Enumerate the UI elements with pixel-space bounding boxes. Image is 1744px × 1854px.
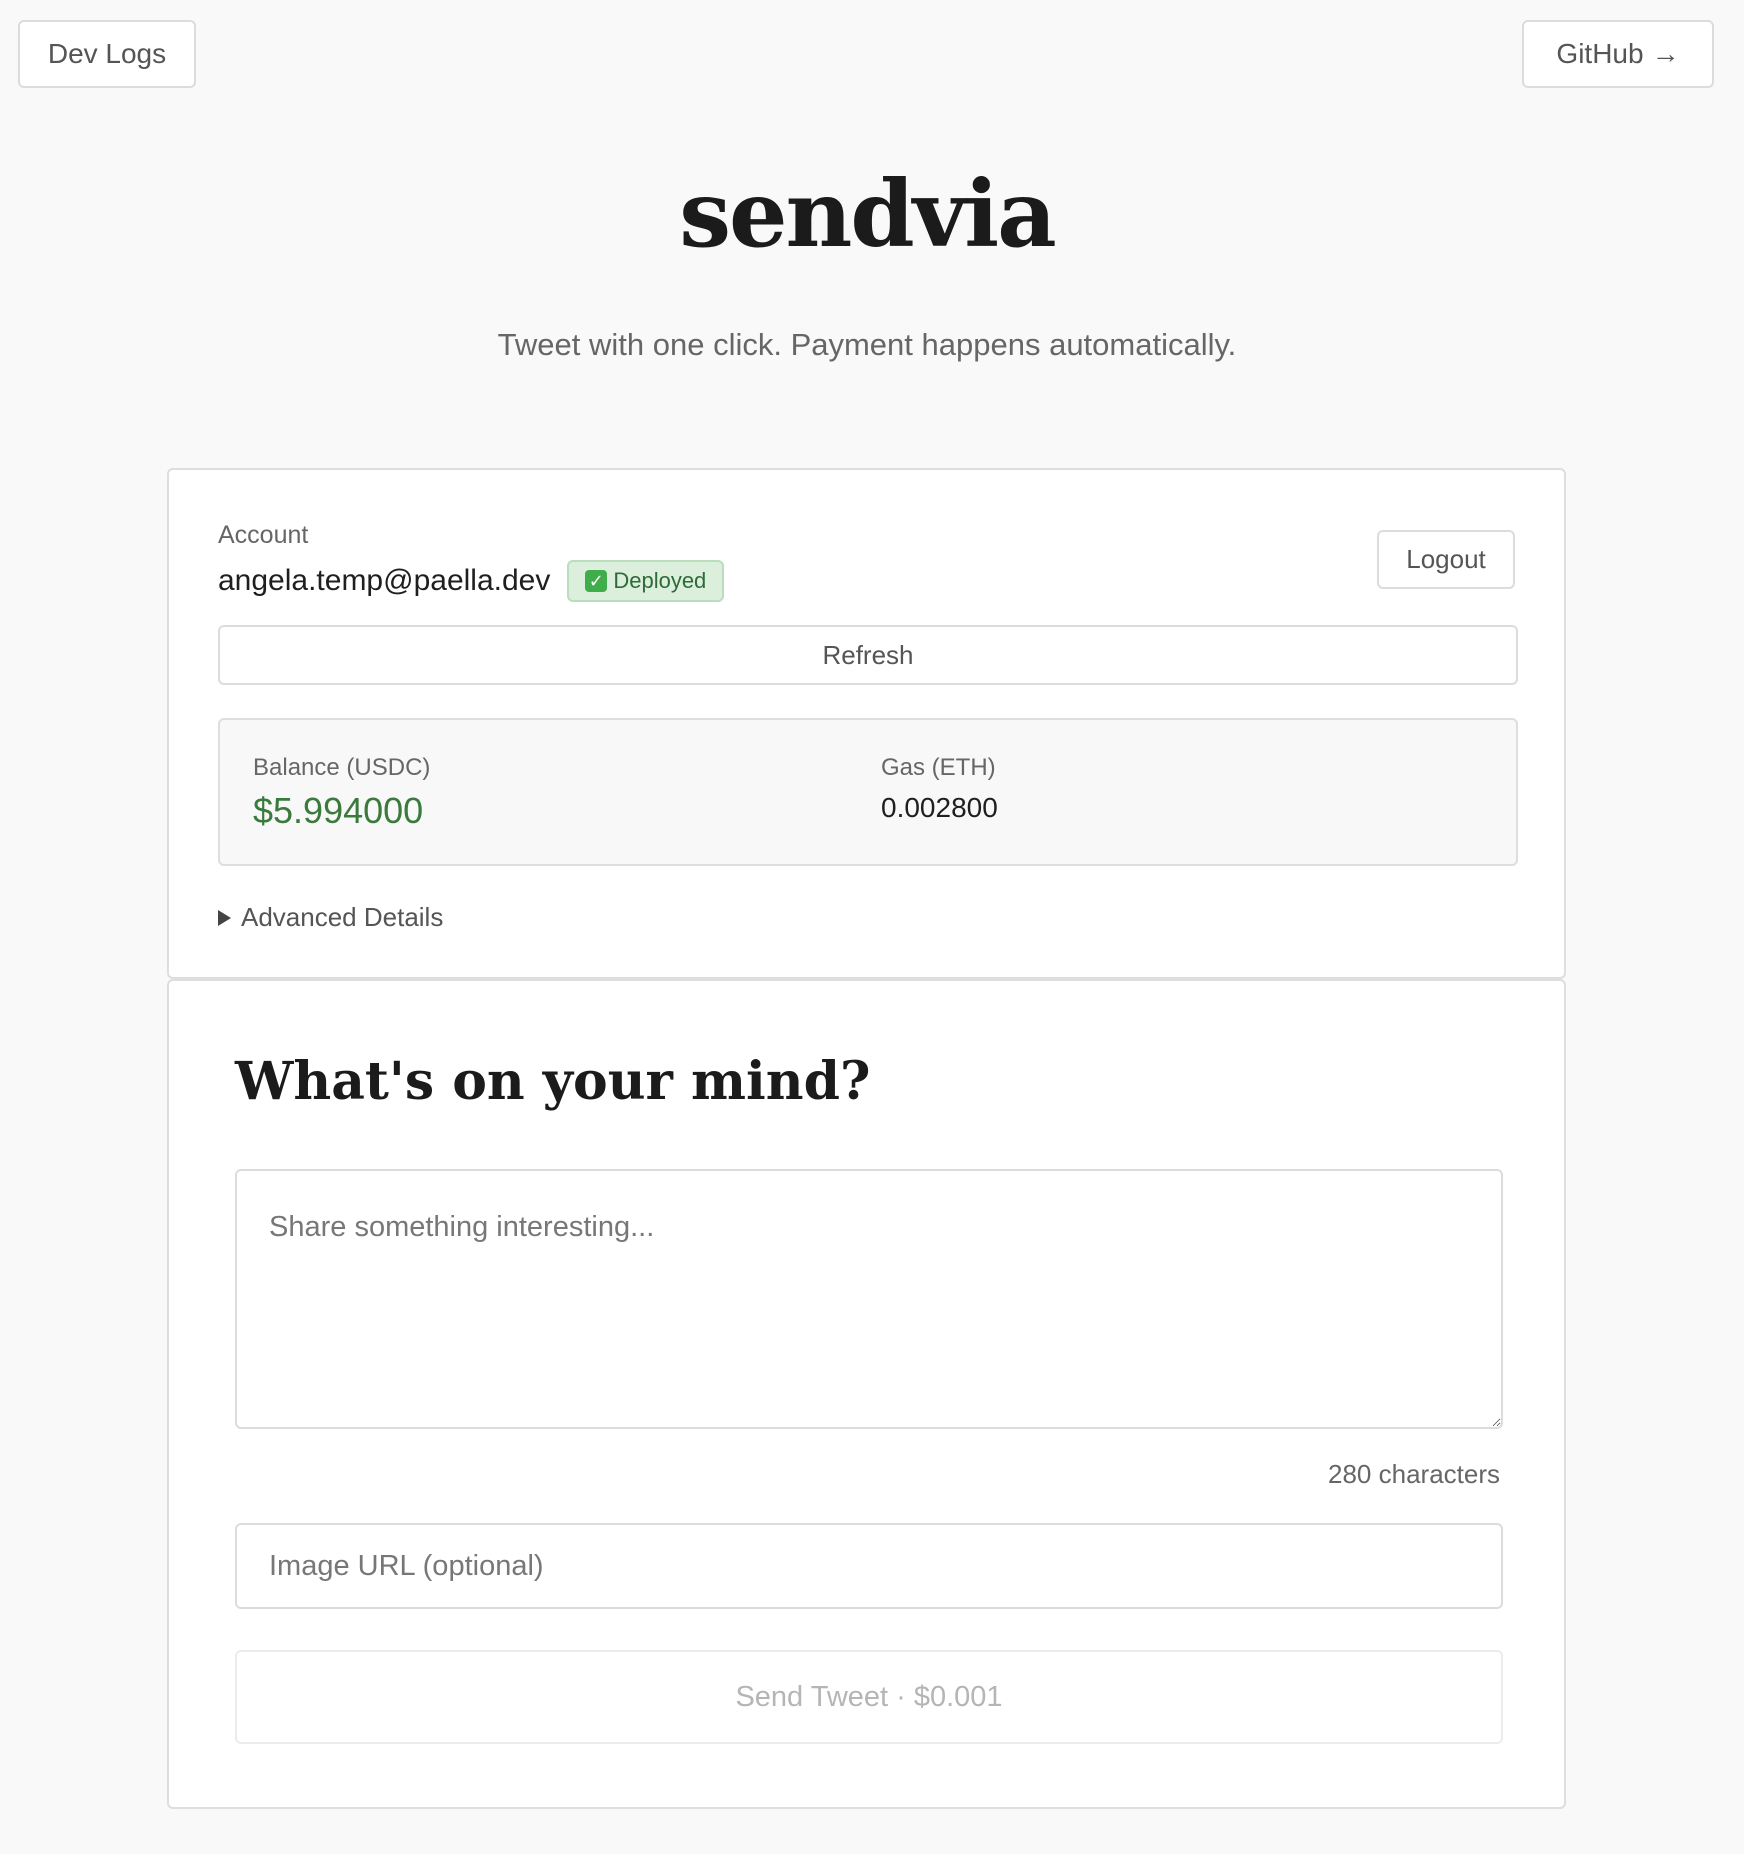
dev-logs-button[interactable]: Dev Logs [18,20,196,88]
tweet-textarea[interactable] [235,1169,1503,1429]
logout-button[interactable]: Logout [1377,530,1515,589]
account-label: Account [218,521,309,549]
balance-value: $5.994000 [253,790,424,831]
status-badge: ✓ Deployed [567,560,725,602]
image-url-input[interactable] [235,1523,1503,1609]
balance-panel: Balance (USDC) $5.994000 Gas (ETH) 0.002… [218,718,1518,866]
advanced-details-label: Advanced Details [241,902,444,932]
balance-label: Balance (USDC) [253,754,431,781]
check-mark-icon: ✓ [585,570,608,592]
tagline: Tweet with one click. Payment happens au… [497,327,1237,362]
github-link-button[interactable]: GitHub → [1522,20,1714,88]
refresh-button[interactable]: Refresh [218,625,1518,685]
send-tweet-button[interactable]: Send Tweet · $0.001 [235,1650,1503,1744]
refresh-label: Refresh [822,639,914,670]
disclosure-triangle-icon [218,909,231,926]
account-card: Account angela.temp@paella.dev ✓ Deploye… [167,468,1566,979]
gas-value: 0.002800 [881,792,998,823]
arrow-right-icon: → [1651,38,1680,69]
logout-label: Logout [1406,544,1486,574]
account-email: angela.temp@paella.dev [218,564,551,597]
status-badge-label: Deployed [613,568,707,593]
send-tweet-label: Send Tweet · $0.001 [735,1680,1003,1713]
github-label: GitHub [1556,38,1644,69]
account-row: angela.temp@paella.dev ✓ Deployed [218,560,725,602]
gas-label: Gas (ETH) [881,754,996,781]
compose-card: What's on your mind? 280 characters Send… [167,979,1566,1809]
brand-title: sendvia [679,160,1057,268]
dev-logs-label: Dev Logs [47,38,167,69]
advanced-details-toggle[interactable]: Advanced Details [218,902,443,933]
compose-title: What's on your mind? [235,1051,871,1112]
character-counter: 280 characters [1328,1459,1500,1489]
